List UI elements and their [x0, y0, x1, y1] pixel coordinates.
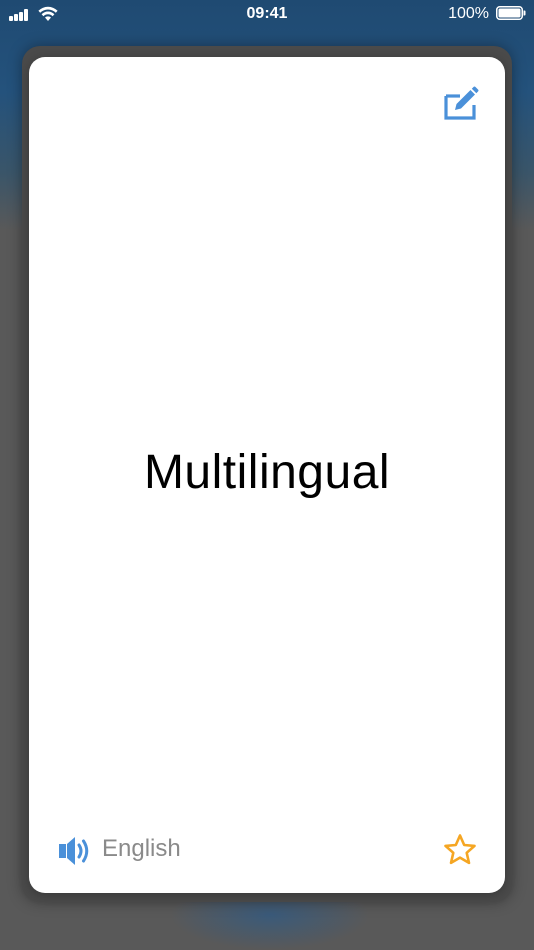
flashcard[interactable]: Multilingual English: [29, 57, 505, 893]
battery-percent: 100%: [448, 5, 489, 22]
language-label[interactable]: English: [102, 835, 181, 863]
status-bar: 09:41 100%: [0, 0, 534, 28]
flashcard-word: Multilingual: [143, 446, 391, 499]
edit-icon[interactable]: [443, 85, 479, 121]
star-outline-icon[interactable]: [443, 833, 477, 867]
battery-icon: [496, 6, 526, 20]
speaker-icon[interactable]: [57, 833, 93, 869]
